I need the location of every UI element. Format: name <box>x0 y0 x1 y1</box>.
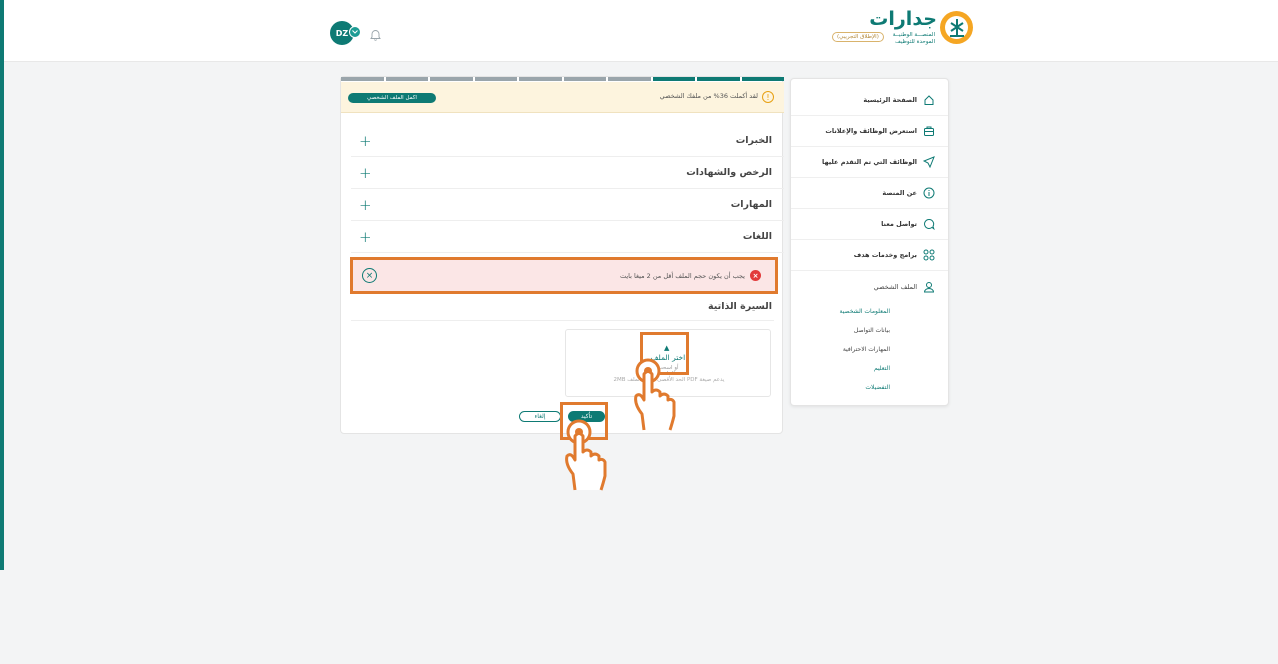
close-alert-icon[interactable]: × <box>362 268 377 283</box>
cancel-button[interactable]: إلغاء <box>519 411 561 422</box>
logo-emblem-icon <box>940 11 973 44</box>
avatar-dropdown-icon[interactable] <box>349 26 361 38</box>
progress-segment <box>341 77 384 81</box>
sidebar-item-browse-jobs[interactable]: استعرض الوظائف والإعلانات <box>791 116 948 147</box>
top-header: DZ جدارات المنصـــة الوطنيــة الموحدة لل… <box>4 0 1278 62</box>
error-icon: × <box>750 270 761 281</box>
error-message: يجب أن يكون حجم الملف أقل من 2 ميغا بايت <box>619 272 745 280</box>
plus-icon[interactable]: + <box>359 132 372 150</box>
progress-segment <box>697 77 740 81</box>
plus-icon[interactable]: + <box>359 164 372 182</box>
profile-progress-bar <box>341 77 784 81</box>
complete-profile-button[interactable]: اكمل الملف الشخصي <box>348 93 436 103</box>
section-skills[interactable]: المهارات + <box>351 189 784 221</box>
left-accent-bar <box>0 0 4 570</box>
chat-icon <box>922 217 936 231</box>
logo-name: جدارات <box>869 8 937 30</box>
sidebar-item-home[interactable]: الصفحة الرئيسية <box>791 85 948 116</box>
progress-segment <box>385 77 428 81</box>
sidebar-item-label: برامج وخدمات هدف <box>853 251 917 259</box>
logo-subtitle-2: الموحدة للتوظيف <box>895 39 935 45</box>
progress-segment <box>652 77 695 81</box>
sidebar-item-label: استعرض الوظائف والإعلانات <box>825 127 917 135</box>
warning-icon: ! <box>762 91 774 103</box>
section-title: الخبرات <box>735 135 772 146</box>
plus-icon[interactable]: + <box>359 228 372 246</box>
completion-text: لقد أكملت 36% من ملفك الشخصي <box>659 92 758 100</box>
sidebar-item-label: الوظائف التي تم التقدم عليها <box>822 158 917 166</box>
briefcase-icon <box>922 124 936 138</box>
sidebar-subitem-preferences[interactable]: التفضيلات <box>791 378 948 397</box>
progress-segment <box>608 77 651 81</box>
sidebar-item-about[interactable]: عن المنصة <box>791 178 948 209</box>
jadarat-logo[interactable]: جدارات المنصـــة الوطنيــة الموحدة للتوظ… <box>829 8 974 50</box>
progress-segment <box>430 77 473 81</box>
file-size-error-alert: × يجب أن يكون حجم الملف أقل من 2 ميغا با… <box>350 257 778 294</box>
progress-segment <box>519 77 562 81</box>
sidebar-item-hadaf-programs[interactable]: برامج وخدمات هدف <box>791 240 948 271</box>
profile-completion-banner: ! لقد أكملت 36% من ملفك الشخصي اكمل المل… <box>341 82 784 113</box>
sidebar-item-label: عن المنصة <box>882 189 917 197</box>
section-title: الرخص والشهادات <box>686 167 772 178</box>
sidebar-subitem-contact-data[interactable]: بيانات التواصل <box>791 321 948 340</box>
section-title: اللغات <box>742 231 772 242</box>
sidebar-nav: الصفحة الرئيسية استعرض الوظائف والإعلانا… <box>790 78 949 406</box>
plus-icon[interactable]: + <box>359 196 372 214</box>
send-icon <box>922 155 936 169</box>
sidebar-item-profile[interactable]: الملف الشخصي <box>791 271 948 302</box>
progress-segment <box>741 77 784 81</box>
section-experience[interactable]: الخبرات + <box>351 125 784 157</box>
grid-icon <box>922 248 936 262</box>
profile-main-card: ! لقد أكملت 36% من ملفك الشخصي اكمل المل… <box>340 76 784 434</box>
progress-segment <box>474 77 517 81</box>
hand-pointer-icon <box>628 356 680 438</box>
user-icon <box>922 280 936 294</box>
info-icon <box>922 186 936 200</box>
sidebar-item-applied-jobs[interactable]: الوظائف التي تم التقدم عليها <box>791 147 948 178</box>
bell-icon[interactable] <box>370 26 381 45</box>
sidebar-item-label: الصفحة الرئيسية <box>863 96 917 104</box>
sidebar-item-label: الملف الشخصي <box>873 282 917 291</box>
progress-segment <box>563 77 606 81</box>
section-title: المهارات <box>730 199 772 210</box>
home-icon <box>922 93 936 107</box>
sidebar-item-label: تواصل معنا <box>881 220 917 228</box>
sidebar-subitem-education[interactable]: التعليم <box>791 359 948 378</box>
beta-badge: (الإطلاق التجريبي) <box>832 32 884 42</box>
section-languages[interactable]: اللغات + <box>351 221 784 253</box>
sidebar-subitem-professional-skills[interactable]: المهارات الاحترافية <box>791 340 948 359</box>
cv-section-title: السيرة الذاتية <box>351 301 774 321</box>
sidebar-subitem-personal-info[interactable]: المعلومات الشخصية <box>791 302 948 321</box>
section-licenses-certificates[interactable]: الرخص والشهادات + <box>351 157 784 189</box>
logo-subtitle-1: المنصـــة الوطنيــة <box>892 32 935 38</box>
sidebar-item-contact[interactable]: تواصل معنا <box>791 209 948 240</box>
hand-pointer-icon <box>559 418 611 498</box>
